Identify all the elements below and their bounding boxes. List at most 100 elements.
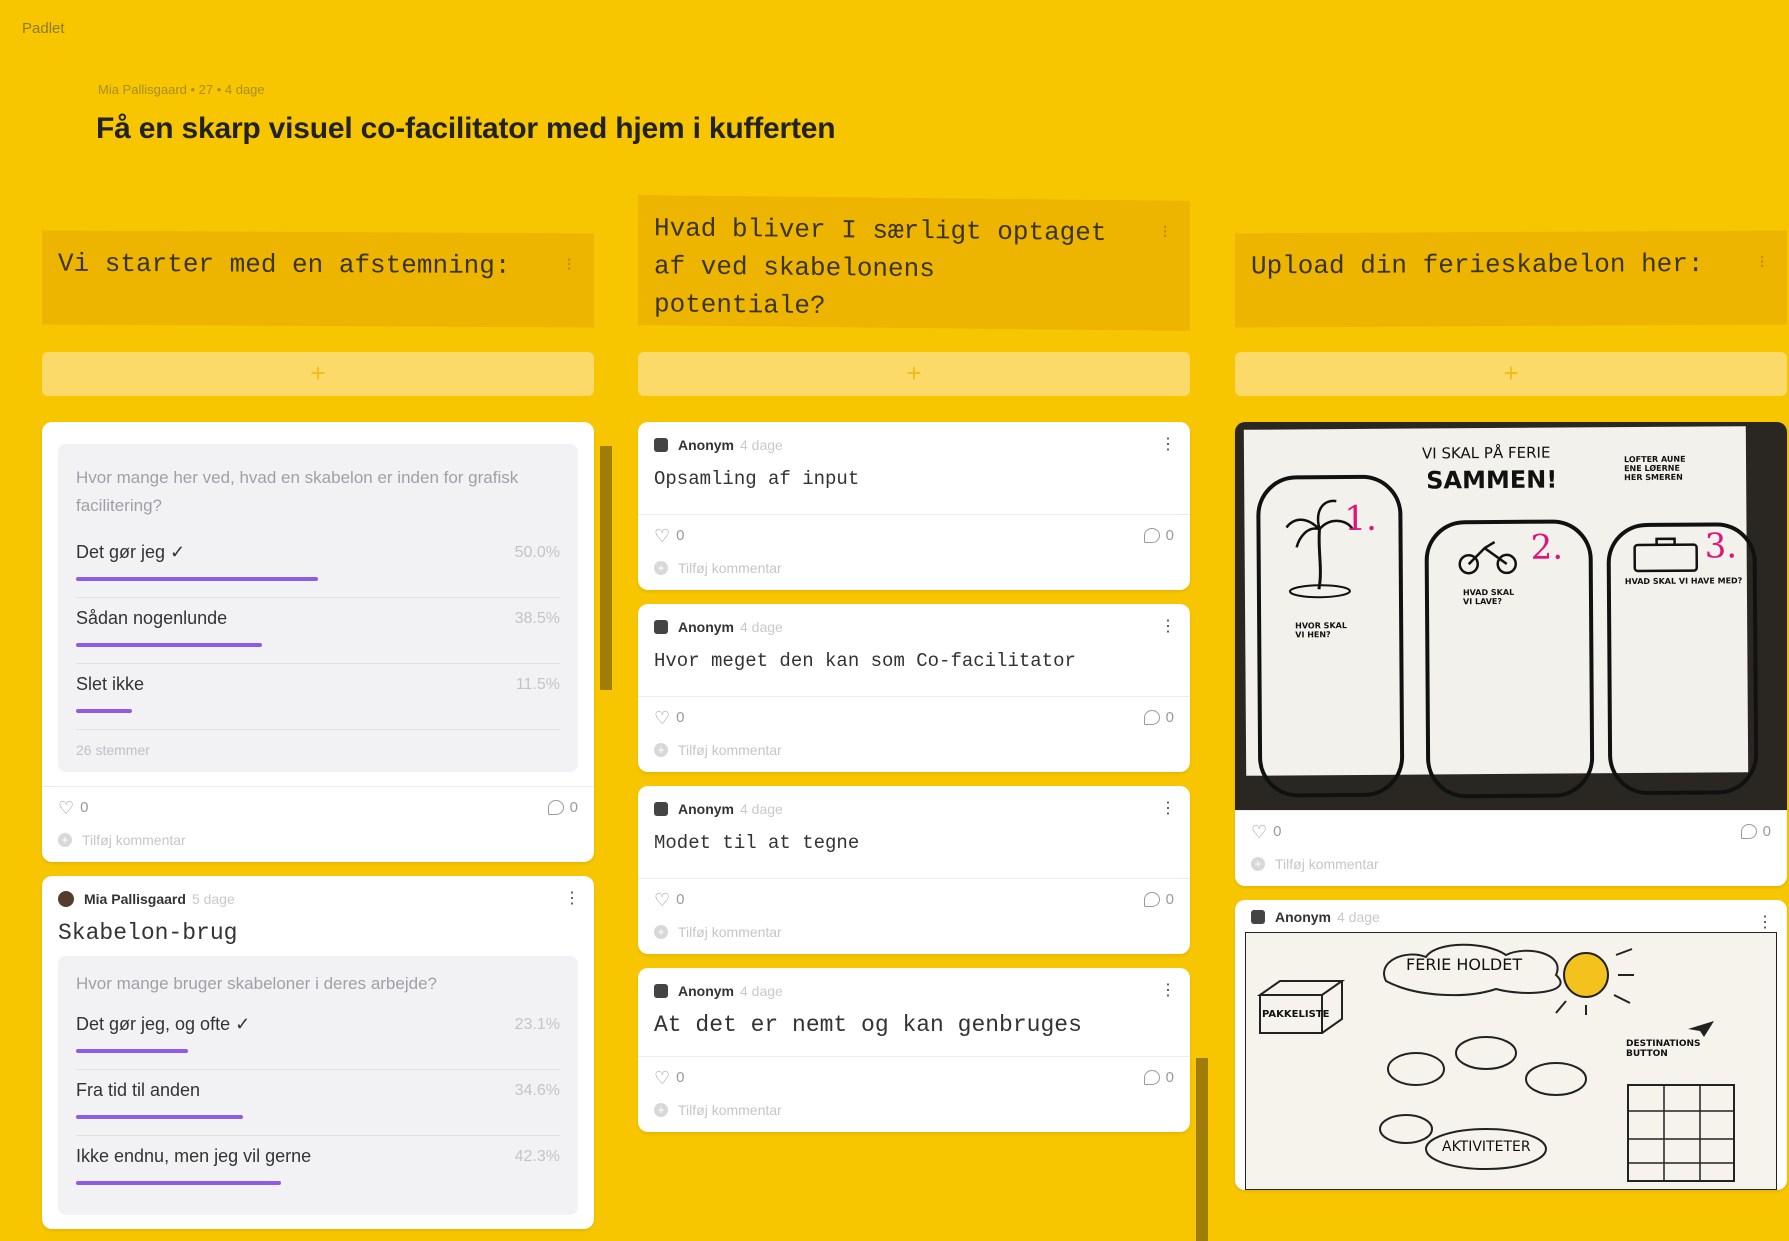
like-button[interactable]: ♡ 0 xyxy=(654,527,684,545)
column-afstemning: Vi starter med en afstemning: ⁝ + Hvor m… xyxy=(42,0,594,1229)
poll-option[interactable]: Det gør jeg ✓ 50.0% xyxy=(76,532,560,598)
column-scrollbar[interactable] xyxy=(600,446,612,690)
like-count: 0 xyxy=(80,799,89,816)
comment-button[interactable]: 0 xyxy=(1740,823,1771,840)
column-ferieskabelon: Upload din ferieskabelon her: ⁝ + VI SKA… xyxy=(1235,0,1787,1190)
comment-button[interactable]: 0 xyxy=(1143,709,1174,726)
poll-option-label: Det gør jeg ✓ xyxy=(76,542,186,562)
comment-button[interactable]: 0 xyxy=(547,799,578,816)
reactions-row: ♡ 0 0 xyxy=(654,891,1174,909)
card-header: Anonym 4 dage xyxy=(654,798,1174,820)
add-comment[interactable]: + Tilføj kommentar xyxy=(654,924,1174,940)
post-age: 4 dage xyxy=(1337,909,1380,925)
comment-button[interactable]: 0 xyxy=(1143,527,1174,544)
poll-option[interactable]: Ikke endnu, men jeg vil gerne 42.3% xyxy=(76,1136,560,1201)
column-menu-icon[interactable]: ⁝ xyxy=(1759,243,1765,281)
add-comment[interactable]: + Tilføj kommentar xyxy=(1235,856,1787,872)
column-title: Vi starter med en afstemning: xyxy=(58,248,511,282)
post-card[interactable]: Anonym 4 dage ⋮ Hvor meget den kan som C… xyxy=(638,604,1190,772)
column-menu-icon[interactable]: ⁝ xyxy=(566,245,572,283)
card-menu-icon[interactable]: ⋮ xyxy=(1160,798,1176,818)
comment-icon xyxy=(547,800,564,815)
card-menu-icon[interactable]: ⋮ xyxy=(1160,434,1176,454)
post-age: 4 dage xyxy=(740,983,783,999)
card-menu-icon[interactable]: ⋮ xyxy=(1160,980,1176,1000)
avatar xyxy=(654,438,668,452)
reactions-row: ♡ 0 0 xyxy=(654,527,1174,545)
sketch-box-label: PAKKELISTE xyxy=(1262,1009,1330,1020)
column-header: Vi starter med en afstemning: ⁝ xyxy=(42,230,594,328)
template-photo[interactable]: FERIE HOLDET PAKKELISTE AKTIVITETER DEST… xyxy=(1245,932,1777,1190)
post-age: 4 dage xyxy=(740,437,783,453)
poll-option-bar xyxy=(76,1049,188,1053)
add-comment[interactable]: + Tilføj kommentar xyxy=(58,832,578,848)
poll-vote-count: 26 stemmer xyxy=(76,742,150,758)
heart-icon: ♡ xyxy=(58,797,75,818)
post-card[interactable]: Anonym 4 dage ⋮ Opsamling af input ♡ 0 0 … xyxy=(638,422,1190,590)
comment-count: 0 xyxy=(1165,527,1174,544)
bike-icon xyxy=(1458,540,1517,575)
like-button[interactable]: ♡ 0 xyxy=(654,891,685,909)
divider xyxy=(638,1056,1190,1057)
poll-option-percent: 42.3% xyxy=(514,1148,560,1165)
post-card[interactable]: Anonym 4 dage ⋮ Modet til at tegne ♡ 0 0 … xyxy=(638,786,1190,954)
poll-option-label: Fra tid til anden xyxy=(76,1080,201,1100)
poll-option[interactable]: Sådan nogenlunde 38.5% xyxy=(76,598,560,664)
column-menu-icon[interactable]: ⁝ xyxy=(1162,213,1168,251)
divider xyxy=(638,514,1190,515)
poll-option-percent: 11.5% xyxy=(515,676,560,693)
divider xyxy=(42,786,594,787)
poll-card[interactable]: Hvor mange her ved, hvad en skabelon er … xyxy=(42,422,594,862)
like-button[interactable]: ♡ 0 xyxy=(654,709,684,727)
sketch-bubbles-label: AKTIVITETER xyxy=(1442,1139,1531,1155)
card-text: Opsamling af input xyxy=(654,468,860,490)
author-name: Anonym xyxy=(678,619,734,635)
poll-option[interactable]: Slet ikke 11.5% xyxy=(76,664,560,730)
like-count: 0 xyxy=(676,891,685,908)
post-card[interactable]: Anonym 4 dage ⋮ At det er nemt og kan ge… xyxy=(638,968,1190,1132)
like-button[interactable]: ♡ 0 xyxy=(58,797,89,818)
heart-icon: ♡ xyxy=(1251,821,1268,842)
author-name: Mia Pallisgaard xyxy=(84,891,186,907)
comment-icon xyxy=(1740,824,1757,839)
add-comment[interactable]: + Tilføj kommentar xyxy=(654,560,1174,576)
comment-button[interactable]: 0 xyxy=(1143,1069,1174,1086)
comment-button[interactable]: 0 xyxy=(1143,891,1174,908)
image-card[interactable]: VI SKAL PÅ FERIE SAMMEN! LOFTER AUNE ENE… xyxy=(1235,422,1787,886)
card-menu-icon[interactable]: ⋮ xyxy=(1160,616,1176,636)
divider xyxy=(638,696,1190,697)
box-icon xyxy=(1256,980,1346,1034)
card-menu-icon[interactable]: ⋮ xyxy=(1757,912,1773,932)
sketch-number: 2. xyxy=(1530,527,1564,568)
card-header: Mia Pallisgaard 5 dage xyxy=(58,888,578,910)
comment-icon xyxy=(1143,710,1160,725)
add-post-button[interactable]: + xyxy=(1235,352,1787,396)
reactions-row: ♡ 0 0 xyxy=(58,797,578,818)
like-button[interactable]: ♡ 0 xyxy=(654,1069,684,1087)
add-post-button[interactable]: + xyxy=(42,352,594,396)
template-photo[interactable]: VI SKAL PÅ FERIE SAMMEN! LOFTER AUNE ENE… xyxy=(1235,422,1787,810)
add-comment-label: Tilføj kommentar xyxy=(678,742,782,758)
card-header: Anonym 4 dage xyxy=(1235,900,1787,925)
cloud-icon xyxy=(1383,943,1562,997)
plus-icon: + xyxy=(654,561,668,575)
add-post-button[interactable]: + xyxy=(638,352,1190,396)
like-button[interactable]: ♡ 0 xyxy=(1251,821,1281,842)
poll-option[interactable]: Det gør jeg, og ofte ✓ 23.1% xyxy=(76,1004,560,1070)
sketch-number: 1. xyxy=(1344,498,1378,540)
poll-card[interactable]: Mia Pallisgaard 5 dage ⋮ Skabelon-brug H… xyxy=(42,876,594,1229)
post-age: 4 dage xyxy=(740,619,783,635)
card-menu-icon[interactable]: ⋮ xyxy=(564,888,580,908)
image-card[interactable]: Anonym 4 dage ⋮ FERIE HOLDET PAKKELISTE xyxy=(1235,900,1787,1190)
comment-count: 0 xyxy=(569,799,578,816)
poll-option-bar xyxy=(76,1115,244,1119)
add-comment[interactable]: + Tilføj kommentar xyxy=(654,742,1174,758)
comment-count: 0 xyxy=(1165,891,1174,908)
poll-option[interactable]: Fra tid til anden 34.6% xyxy=(76,1070,560,1136)
column-scrollbar[interactable] xyxy=(1196,1058,1208,1241)
sketch-number: 3. xyxy=(1704,526,1738,567)
poll-option-label: Ikke endnu, men jeg vil gerne xyxy=(76,1146,312,1166)
table-sketch xyxy=(1627,1084,1735,1182)
suitcase-icon xyxy=(1633,537,1699,573)
add-comment[interactable]: + Tilføj kommentar xyxy=(654,1102,1174,1118)
